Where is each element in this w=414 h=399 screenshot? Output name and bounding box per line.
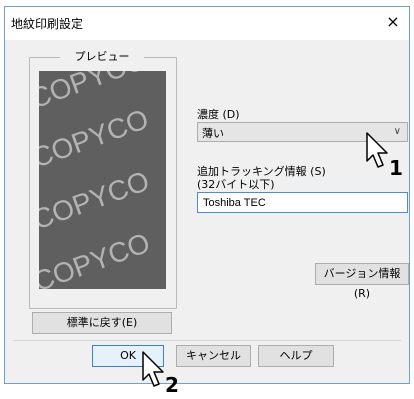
callout-number-2: 2 [165,373,179,397]
preview-label: プレビュー [60,50,144,64]
watermark-line-3: COPYCO [39,227,154,289]
tracking-sublabel: (32バイト以下) [197,178,275,191]
watermark-print-settings-dialog: 地紋印刷設定 × プレビュー COPYCO COPYCO COPYCO COPY… [4,6,410,384]
watermark-preview-graphic: COPYCO COPYCO COPYCO COPYCO COPYCO [39,71,154,289]
watermark-line-1: COPYCO [39,103,153,174]
reset-default-button[interactable]: 標準に戻す(E) [32,312,172,334]
watermark-line-2: COPYCO [39,165,153,236]
cursor-arrow-icon [142,351,164,387]
separator [13,340,401,341]
cancel-button[interactable]: キャンセル [176,345,251,367]
titlebar: 地紋印刷設定 × [5,7,409,40]
chevron-down-icon: ∨ [393,126,401,137]
tracking-info-input[interactable] [197,192,408,213]
version-info-button[interactable]: バージョン情報(R) [315,263,409,300]
preview-image: COPYCO COPYCO COPYCO COPYCO COPYCO [39,71,166,289]
density-label: 濃度 (D) [197,108,240,121]
dialog-title: 地紋印刷設定 [11,17,84,31]
preview-group: プレビュー COPYCO COPYCO COPYCO COPYCO COPYCO [29,50,177,309]
close-icon[interactable]: × [383,11,403,33]
help-button[interactable]: ヘルプ [258,345,334,367]
density-selected-value: 薄い [202,127,224,140]
cursor-arrow-icon [366,132,388,168]
callout-number-1: 1 [389,156,403,180]
